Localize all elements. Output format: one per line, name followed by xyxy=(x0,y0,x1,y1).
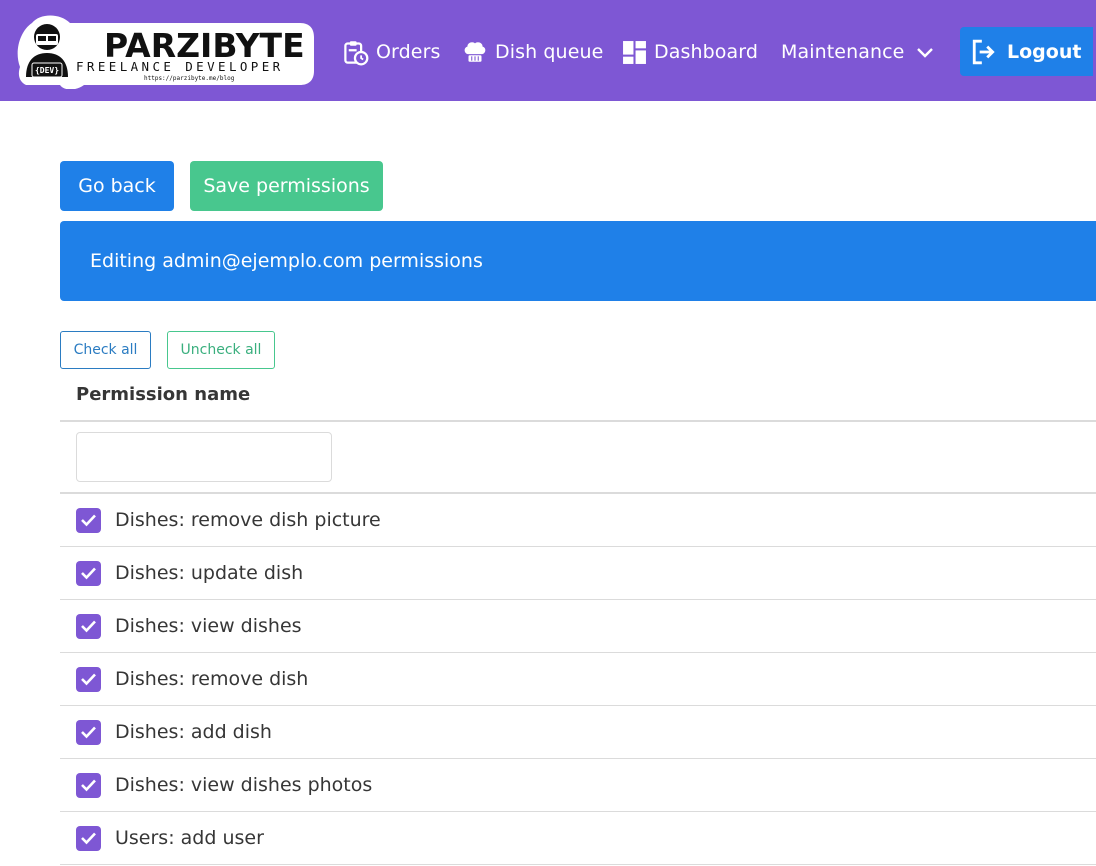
checkmark-icon xyxy=(81,726,96,739)
nav-dashboard-label: Dashboard xyxy=(654,41,758,63)
permission-label: Dishes: view dishes photos xyxy=(115,774,373,796)
permission-row: Users: add user xyxy=(60,812,1096,865)
permission-row: Dishes: remove dish xyxy=(60,653,1096,706)
permission-label: Dishes: remove dish picture xyxy=(115,509,381,531)
nav-maintenance-label: Maintenance xyxy=(781,41,905,63)
checkmark-icon xyxy=(81,832,96,845)
header-divider xyxy=(60,420,1096,422)
permission-label: Dishes: update dish xyxy=(115,562,304,584)
uncheck-all-button[interactable]: Uncheck all xyxy=(167,331,275,369)
permissions-list: Dishes: remove dish picture Dishes: updat… xyxy=(60,494,1096,865)
permission-row: Dishes: update dish xyxy=(60,547,1096,600)
nav-dashboard[interactable]: Dashboard xyxy=(622,35,758,69)
permission-label: Dishes: add dish xyxy=(115,721,272,743)
permission-label: Users: add user xyxy=(115,827,264,849)
permission-label: Dishes: remove dish xyxy=(115,668,309,690)
logo-badge: {DEV} xyxy=(35,66,59,75)
navbar: {DEV} PARZIBYTE FREELANCE DEVELOPER http… xyxy=(0,0,1096,101)
permission-checkbox[interactable] xyxy=(76,666,101,692)
permission-checkbox[interactable] xyxy=(76,613,101,639)
checkmark-icon xyxy=(81,779,96,792)
permission-row: Dishes: add dish xyxy=(60,706,1096,759)
nav-dish-queue[interactable]: Dish queue xyxy=(462,35,603,69)
logout-label: Logout xyxy=(1007,40,1082,63)
parzibyte-logo: {DEV} PARZIBYTE FREELANCE DEVELOPER http… xyxy=(17,15,314,90)
logo-url: https://parzibyte.me/blog xyxy=(144,75,235,82)
permission-label: Dishes: view dishes xyxy=(115,615,302,637)
logo-subtitle: FREELANCE DEVELOPER xyxy=(76,59,284,74)
dashboard-icon xyxy=(623,40,646,64)
checkmark-icon xyxy=(81,620,96,633)
permission-row: Dishes: view dishes xyxy=(60,600,1096,653)
nav-orders-label: Orders xyxy=(376,41,441,63)
checkmark-icon xyxy=(81,514,96,527)
permission-checkbox[interactable] xyxy=(76,507,101,533)
permission-checkbox[interactable] xyxy=(76,825,101,851)
go-back-button[interactable]: Go back xyxy=(60,161,174,211)
chevron-down-icon xyxy=(917,48,934,58)
checkmark-icon xyxy=(81,567,96,580)
editing-banner: Editing admin@ejemplo.com permissions xyxy=(60,221,1096,301)
permission-checkbox[interactable] xyxy=(76,719,101,745)
checkmark-icon xyxy=(81,673,96,686)
permission-row: Dishes: view dishes photos xyxy=(60,759,1096,812)
chef-hat-icon xyxy=(464,42,486,62)
editing-banner-text: Editing admin@ejemplo.com permissions xyxy=(90,250,483,272)
permission-filter-input[interactable] xyxy=(76,432,332,482)
nav-dish-queue-label: Dish queue xyxy=(495,41,604,63)
logout-button[interactable]: Logout xyxy=(960,27,1093,76)
logo[interactable]: {DEV} PARZIBYTE FREELANCE DEVELOPER http… xyxy=(14,11,316,90)
permission-row: Dishes: remove dish picture xyxy=(60,494,1096,547)
check-all-button[interactable]: Check all xyxy=(60,331,151,369)
permission-checkbox[interactable] xyxy=(76,772,101,798)
nav-maintenance-dropdown[interactable]: Maintenance xyxy=(781,35,934,69)
save-permissions-button[interactable]: Save permissions xyxy=(190,161,383,211)
permission-checkbox[interactable] xyxy=(76,560,101,586)
permission-name-header: Permission name xyxy=(76,384,251,405)
nav-orders[interactable]: Orders xyxy=(342,35,441,69)
clipboard-clock-icon xyxy=(344,40,369,65)
logout-icon xyxy=(972,39,995,64)
